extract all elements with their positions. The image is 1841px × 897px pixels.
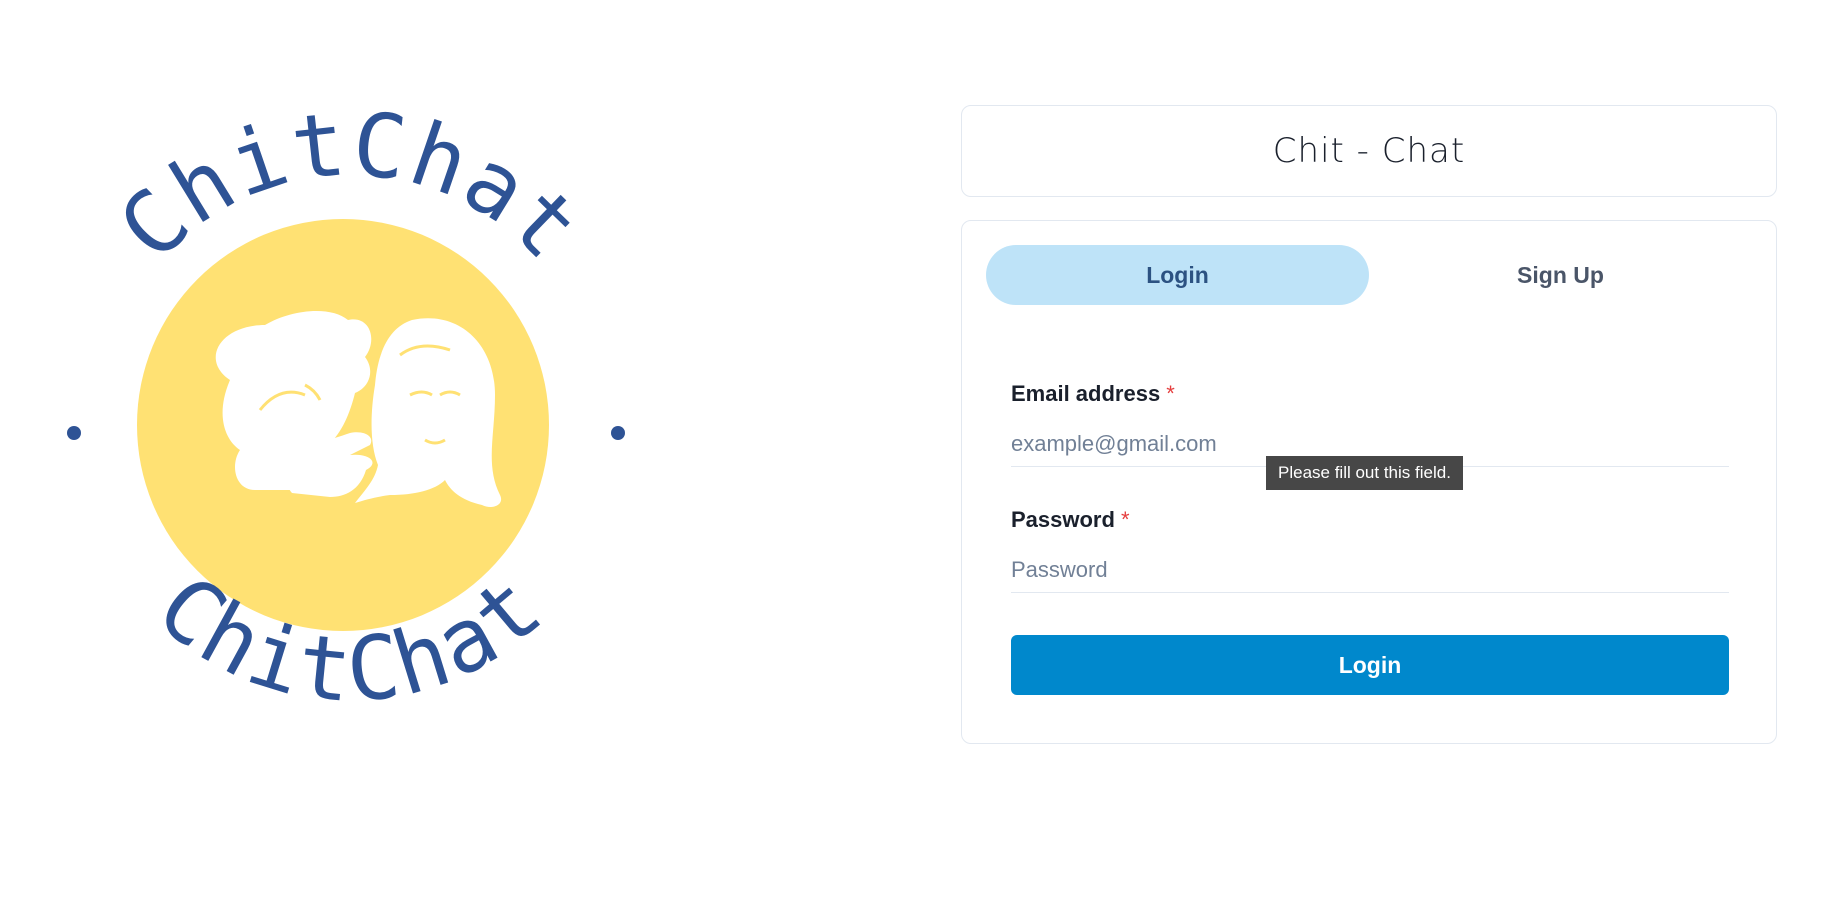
password-label-text: Password [1011,507,1115,532]
auth-tabs: Login Sign Up [986,245,1752,305]
password-input[interactable] [1011,547,1729,593]
login-page: ChitChat ChitChat Chit - Chat Login Sign… [0,0,1841,897]
app-title-card: Chit - Chat [961,105,1777,197]
email-label: Email address * [1011,381,1175,407]
login-button[interactable]: Login [1011,635,1729,695]
chitchat-logo: ChitChat ChitChat [30,95,660,755]
email-label-text: Email address [1011,381,1161,406]
app-title: Chit - Chat [1272,131,1466,171]
logo-dot-right [611,426,625,440]
validation-tooltip: Please fill out this field. [1266,456,1463,490]
tab-sign-up[interactable]: Sign Up [1369,245,1752,305]
password-required-mark: * [1120,507,1130,532]
logo-dot-left [67,426,81,440]
email-required-mark: * [1166,381,1175,406]
auth-card: Login Sign Up Email address* Please fill… [961,220,1777,744]
password-label: Password * [1011,507,1130,533]
tab-login[interactable]: Login [986,245,1369,305]
